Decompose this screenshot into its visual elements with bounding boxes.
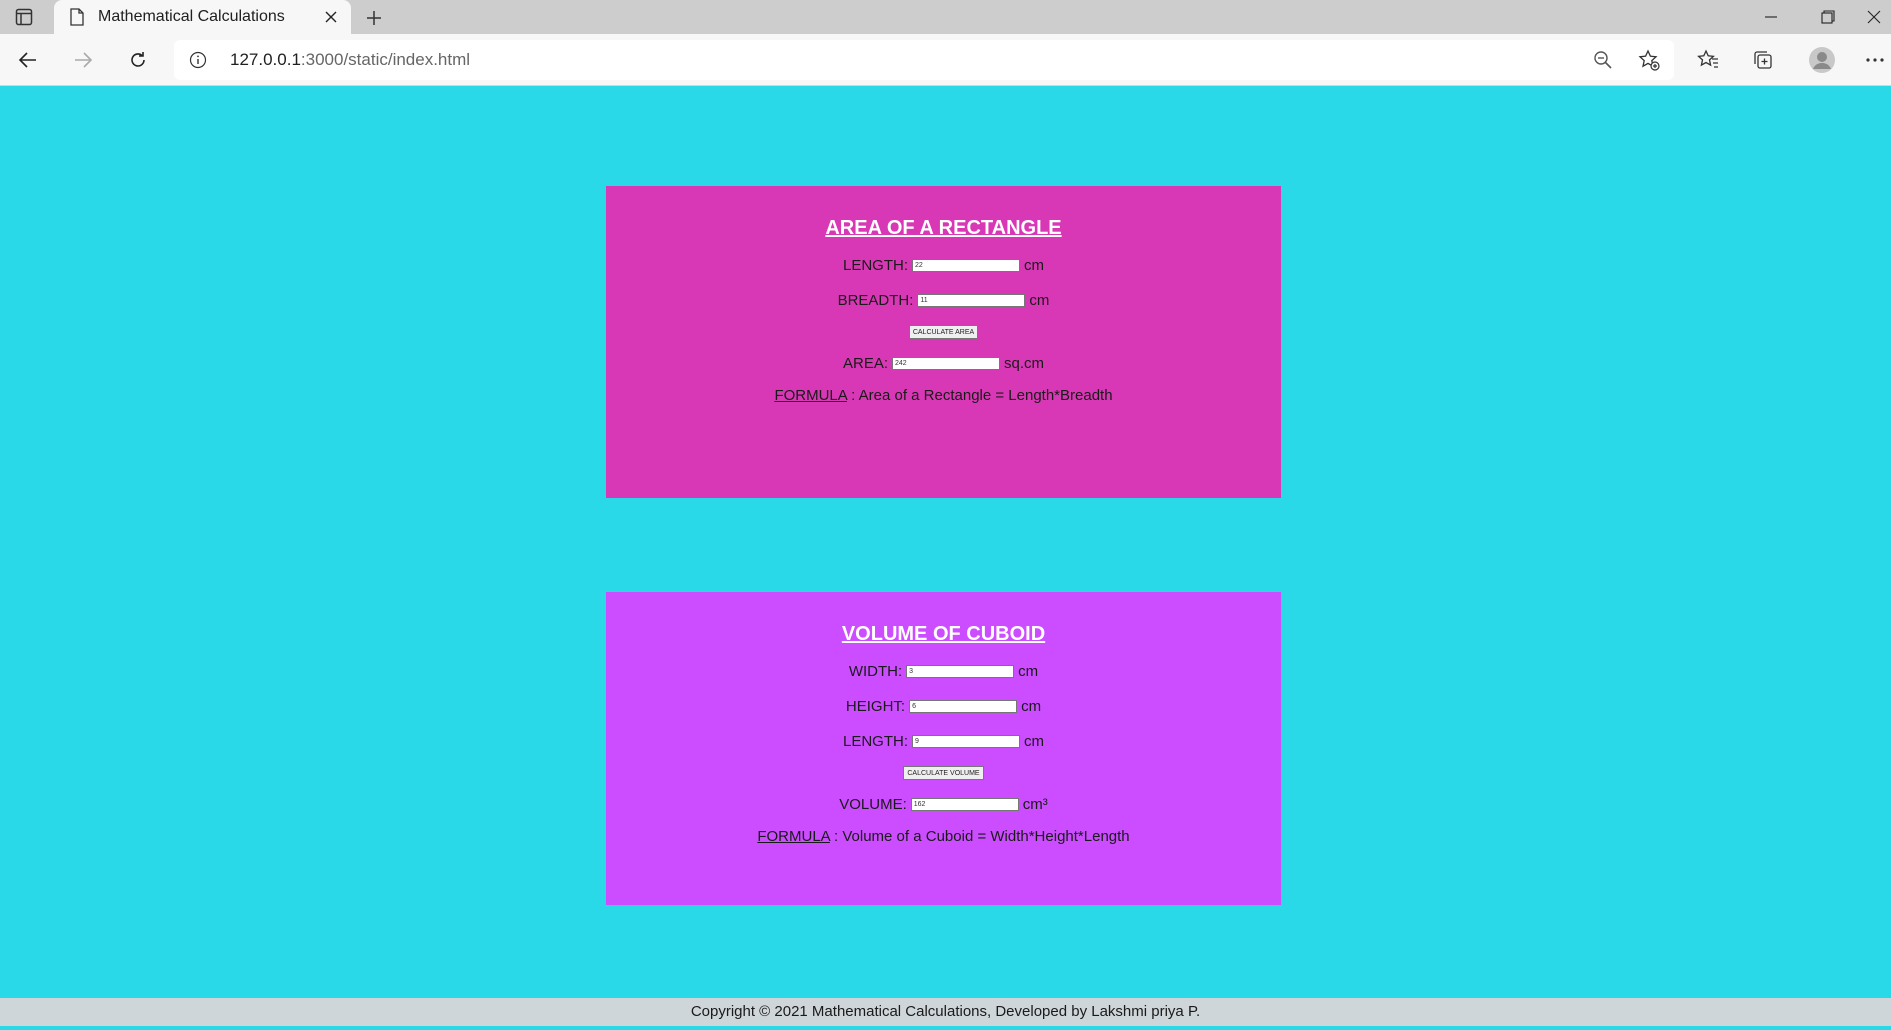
tab-bar: Mathematical Calculations	[0, 0, 1891, 34]
page-footer: Copyright © 2021 Mathematical Calculatio…	[0, 998, 1891, 1026]
refresh-icon[interactable]	[120, 42, 156, 78]
breadth-input[interactable]	[917, 294, 1026, 307]
formula-label: FORMULA	[774, 387, 847, 404]
cuboid-formula: FORMULA : Volume of a Cuboid = Width*Hei…	[606, 828, 1281, 848]
volume-output[interactable]	[910, 798, 1019, 811]
cuboid-length-label: LENGTH:	[842, 733, 908, 750]
cuboid-heading: VOLUME OF CUBOID	[841, 623, 1046, 645]
breadth-label: BREADTH:	[837, 292, 914, 309]
tab-actions-icon[interactable]	[10, 6, 38, 28]
minimize-icon[interactable]	[1743, 0, 1799, 34]
cuboid-length-unit: cm	[1024, 733, 1044, 750]
length-input[interactable]	[912, 259, 1020, 272]
document-icon	[68, 7, 86, 27]
calculate-volume-button[interactable]: CALCULATE VOLUME	[903, 766, 984, 780]
area-output[interactable]	[892, 357, 1000, 370]
back-icon[interactable]	[10, 42, 46, 78]
length-label: LENGTH:	[842, 257, 908, 274]
cuboid-length-input[interactable]	[912, 735, 1020, 748]
rectangle-heading: AREA OF A RECTANGLE	[825, 217, 1062, 239]
profile-avatar-icon[interactable]	[1804, 42, 1840, 78]
site-info-icon[interactable]	[188, 50, 208, 70]
browser-toolbar: 127.0.0.1:3000/static/index.html	[0, 34, 1891, 86]
close-tab-icon[interactable]	[317, 3, 345, 31]
width-label: WIDTH:	[848, 663, 903, 680]
length-row: LENGTH: cm	[606, 255, 1281, 276]
forward-icon[interactable]	[65, 42, 101, 78]
cuboid-volume-card: VOLUME OF CUBOID WIDTH: cm HEIGHT: cm LE…	[606, 592, 1281, 905]
breadth-unit: cm	[1029, 292, 1050, 309]
formula-text: : Area of a Rectangle = Length*Breadth	[846, 387, 1113, 404]
rectangle-formula: FORMULA : Area of a Rectangle = Length*B…	[606, 387, 1281, 407]
calculate-area-button[interactable]: CALCULATE AREA	[908, 325, 979, 339]
copyright-text: Copyright © 2021 Mathematical Calculatio…	[690, 1003, 1201, 1020]
width-unit: cm	[1018, 663, 1039, 680]
favorites-icon[interactable]	[1690, 42, 1726, 78]
length-unit: cm	[1024, 257, 1044, 274]
breadth-row: BREADTH: cm	[606, 290, 1281, 311]
more-options-icon[interactable]	[1860, 42, 1890, 78]
add-favorite-icon[interactable]	[1631, 42, 1667, 78]
height-label: HEIGHT:	[845, 698, 906, 715]
url-text: 127.0.0.1:3000/static/index.html	[230, 50, 471, 69]
area-label: AREA:	[842, 355, 888, 372]
width-row: WIDTH: cm	[606, 661, 1281, 682]
address-bar[interactable]: 127.0.0.1:3000/static/index.html	[174, 40, 1674, 80]
rectangle-area-card: AREA OF A RECTANGLE LENGTH: cm BREADTH: …	[606, 186, 1281, 498]
area-row: AREA: sq.cm	[606, 353, 1281, 374]
collections-icon[interactable]	[1745, 42, 1781, 78]
volume-label: VOLUME:	[839, 796, 907, 813]
new-tab-icon[interactable]	[360, 4, 388, 32]
area-unit: sq.cm	[1004, 355, 1045, 372]
volume-unit: cm³	[1022, 796, 1048, 813]
close-window-icon[interactable]	[1857, 0, 1891, 34]
browser-tab[interactable]: Mathematical Calculations	[54, 0, 351, 34]
width-input[interactable]	[906, 665, 1015, 678]
zoom-out-icon[interactable]	[1585, 42, 1621, 78]
height-row: HEIGHT: cm	[606, 696, 1281, 717]
formula-label: FORMULA	[757, 828, 830, 845]
volume-row: VOLUME: cm³	[606, 794, 1281, 815]
height-input[interactable]	[909, 700, 1018, 713]
formula-text: : Volume of a Cuboid = Width*Height*Leng…	[829, 828, 1130, 845]
cuboid-length-row: LENGTH: cm	[606, 731, 1281, 752]
height-unit: cm	[1021, 698, 1042, 715]
tab-title: Mathematical Calculations	[98, 8, 285, 25]
restore-icon[interactable]	[1800, 0, 1856, 34]
